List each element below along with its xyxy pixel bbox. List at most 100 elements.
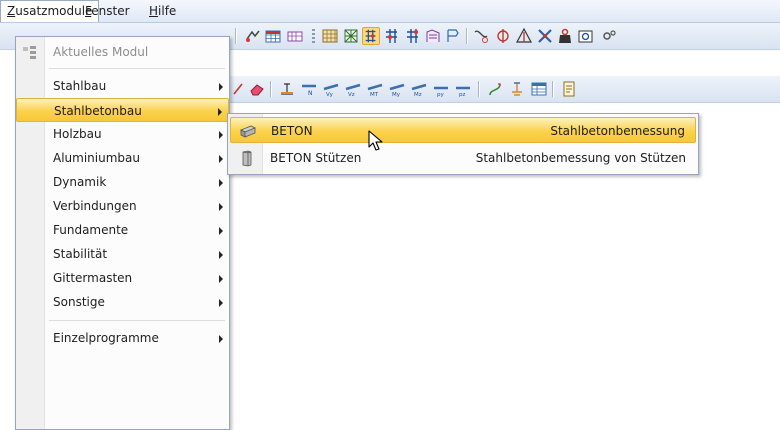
beam-icon (240, 125, 256, 138)
menu-item-aktuelles-modul: Aktuelles Modul (16, 40, 229, 64)
submenu-arrow-icon (218, 108, 222, 116)
submenu-item-beton[interactable]: BETON Stahlbetonbemessung (230, 117, 696, 143)
menu-hilfe-mnemonic: H (149, 4, 159, 18)
menu-item-stahlbetonbau[interactable]: Stahlbetonbau (16, 98, 229, 122)
submenu-arrow-icon (219, 299, 223, 307)
toolbar-separator (466, 28, 467, 44)
submenu-arrow-icon (219, 227, 223, 235)
eraser-icon[interactable] (248, 80, 266, 98)
menu-item-label: Stabilität (53, 247, 108, 261)
submenu-arrow-icon (219, 275, 223, 283)
svg-text:py: py (437, 92, 444, 98)
svg-text:Vy: Vy (326, 92, 334, 98)
menu-item-label: Dynamik (53, 175, 107, 189)
menu-item-label: Stahlbetonbau (54, 104, 142, 118)
mesh-icon[interactable] (342, 27, 360, 45)
deform-icon[interactable] (486, 80, 504, 98)
submenu-item-label: BETON Stützen (270, 151, 362, 165)
menu-fenster-label: enster (91, 4, 130, 18)
svg-text:pz: pz (459, 92, 465, 98)
toolbar-separator (478, 81, 479, 97)
submenu-arrow-icon (219, 83, 223, 91)
zusatzmodule-menu: Aktuelles Modul Stahlbau Stahlbetonbau H… (15, 36, 230, 430)
toolbar-separator (552, 81, 553, 97)
menu-item-sonstige[interactable]: Sonstige (16, 290, 229, 314)
toolbar-separator (235, 28, 236, 44)
submenu-arrow-icon (219, 179, 223, 187)
bar-pz-icon[interactable]: pz (454, 80, 472, 98)
bar-mz2-icon[interactable]: Mz (410, 80, 428, 98)
svg-text:My: My (392, 92, 401, 98)
member-icon[interactable] (508, 80, 526, 98)
bar-n-icon[interactable] (278, 80, 296, 98)
menu-item-stahlbau[interactable]: Stahlbau (16, 74, 229, 98)
weight-icon[interactable] (556, 27, 574, 45)
svg-text:Mz: Mz (414, 92, 422, 98)
arrow-icon[interactable] (230, 80, 248, 98)
bar-vy-icon[interactable]: N (300, 80, 318, 98)
menu-item-label: Holzbau (53, 127, 102, 141)
model-view-icon[interactable] (244, 27, 262, 45)
bar-py-icon[interactable]: py (432, 80, 450, 98)
support-icon[interactable] (404, 27, 422, 45)
report-icon[interactable] (560, 80, 578, 98)
toolbar-grip (312, 29, 315, 43)
submenu-arrow-icon (219, 335, 223, 343)
table-view-icon[interactable] (530, 80, 548, 98)
menu-item-label: Gittermasten (53, 271, 133, 285)
results-icon[interactable] (286, 27, 304, 45)
submenu-item-beton-stuetzen[interactable]: BETON Stützen Stahlbetonbemessung von St… (230, 145, 696, 171)
mouse-cursor-icon (368, 130, 383, 151)
column-icon (242, 150, 252, 167)
bar-my-icon[interactable]: MT (366, 80, 384, 98)
menu-item-label: Einzelprogramme (53, 331, 159, 345)
submenu-item-description: Stahlbetonbemessung (550, 124, 685, 138)
camera-icon[interactable] (577, 27, 595, 45)
submenu-item-description: Stahlbetonbemessung von Stützen (475, 151, 686, 165)
menu-hilfe-label: ilfe (158, 4, 177, 18)
menu-separator (49, 320, 225, 321)
menu-item-einzelprogramme[interactable]: Einzelprogramme (16, 326, 229, 350)
submenu-item-label: BETON (271, 124, 313, 138)
stahlbetonbau-submenu: BETON Stahlbetonbemessung BETON Stützen … (227, 113, 699, 175)
menu-item-gittermasten[interactable]: Gittermasten (16, 266, 229, 290)
menu-separator (49, 68, 225, 69)
menu-item-label: Aktuelles Modul (53, 45, 149, 59)
bar-mt-icon[interactable]: Vz (344, 80, 362, 98)
settings-icon[interactable] (600, 27, 618, 45)
menu-fenster[interactable]: Fenster (79, 0, 136, 22)
hinge-icon[interactable] (444, 27, 462, 45)
member-select-icon[interactable] (362, 27, 380, 45)
menu-item-fundamente[interactable]: Fundamente (16, 218, 229, 242)
submenu-arrow-icon (219, 251, 223, 259)
bar-mz-icon[interactable]: My (388, 80, 406, 98)
svg-text:N: N (308, 90, 313, 97)
menu-item-label: Stahlbau (53, 79, 107, 93)
menu-item-label: Aluminiumbau (53, 151, 140, 165)
menu-item-label: Sonstige (53, 295, 105, 309)
triangle-load-icon[interactable] (515, 27, 533, 45)
cross-icon[interactable] (536, 27, 554, 45)
menu-bar: Zusatzmodule Fenster Hilfe (0, 0, 780, 23)
svg-text:Vz: Vz (348, 92, 355, 98)
table-icon[interactable] (264, 27, 282, 45)
submenu-arrow-icon (219, 155, 223, 163)
menu-item-label: Fundamente (53, 223, 129, 237)
menu-item-holzbau[interactable]: Holzbau (16, 122, 229, 146)
section-icon[interactable] (424, 27, 442, 45)
menu-item-stabilitaet[interactable]: Stabilität (16, 242, 229, 266)
submenu-arrow-icon (219, 203, 223, 211)
menu-zusatzmodule-mnemonic: Z (7, 4, 16, 18)
menu-item-verbindungen[interactable]: Verbindungen (16, 194, 229, 218)
menu-hilfe[interactable]: Hilfe (143, 0, 182, 22)
curve-icon[interactable] (472, 27, 490, 45)
node-icon[interactable] (383, 27, 401, 45)
release-icon[interactable] (494, 27, 512, 45)
svg-text:MT: MT (370, 92, 379, 98)
menu-item-aluminiumbau[interactable]: Aluminiumbau (16, 146, 229, 170)
grid-icon[interactable] (321, 27, 339, 45)
toolbar-results: N Vy Vz MT My Mz py pz (228, 76, 780, 103)
module-icon (23, 46, 36, 59)
bar-vz-icon[interactable]: Vy (322, 80, 340, 98)
menu-item-dynamik[interactable]: Dynamik (16, 170, 229, 194)
